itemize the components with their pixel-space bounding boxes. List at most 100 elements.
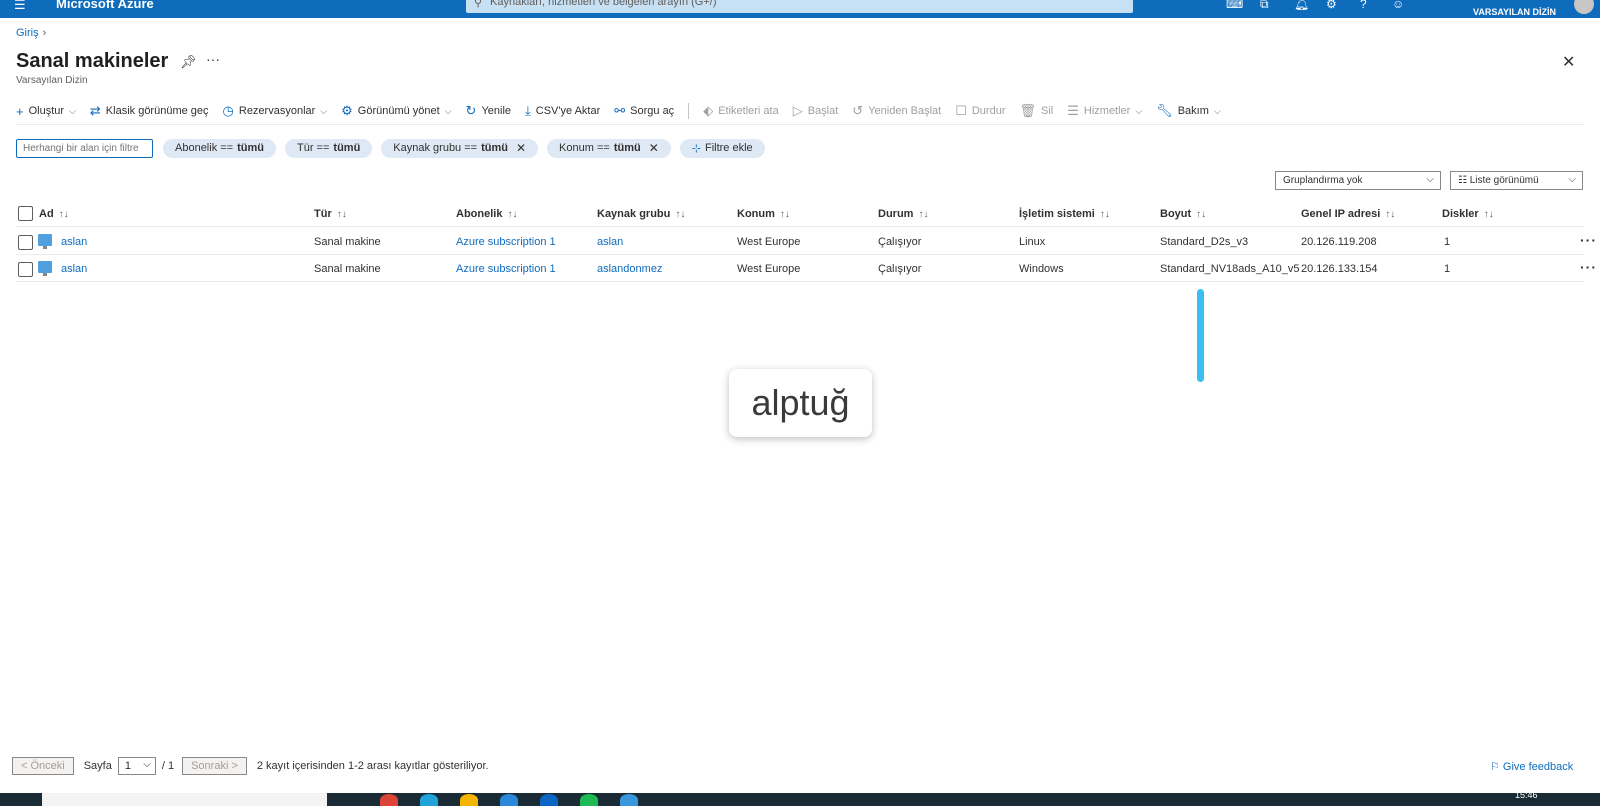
chevron-down-icon: ⌵ <box>444 105 452 116</box>
subscription-filter-pill[interactable]: Abonelik == tümü <box>163 138 276 158</box>
add-filter-button[interactable]: ⊹ Filtre ekle <box>679 138 765 158</box>
services-button[interactable]: ☰ Hizmetler ⌵ <box>1067 103 1142 119</box>
column-header-label: Ad <box>39 208 54 220</box>
grouping-value: Gruplandırma yok <box>1283 175 1363 186</box>
windows-taskbar: 15:46 <box>0 790 1600 806</box>
cell-type: Sanal makine <box>314 236 381 248</box>
subscription-link[interactable]: Azure subscription 1 <box>456 263 556 275</box>
delete-button[interactable]: 🗑︎ Sil <box>1019 103 1053 119</box>
vm-name-link[interactable]: aslan <box>61 263 87 275</box>
assign-tags-button[interactable]: ⬖ Etiketleri ata <box>703 103 779 119</box>
cell-public-ip: 20.126.133.154 <box>1301 263 1378 275</box>
toolbar-divider-line <box>16 124 1584 125</box>
row-checkbox[interactable] <box>18 235 33 250</box>
edge-taskbar-icon[interactable] <box>420 794 438 806</box>
location-filter-pill[interactable]: Konum == tümü ✕ <box>547 138 671 158</box>
column-header-label: İşletim sistemi <box>1019 208 1095 220</box>
feedback-icon[interactable]: ☺ <box>1392 0 1404 11</box>
resource-group-link[interactable]: aslandonmez <box>597 263 662 275</box>
active-app-taskbar-icon[interactable] <box>620 794 638 806</box>
grouping-dropdown[interactable]: Gruplandırma yok ⌵ <box>1275 171 1441 190</box>
breadcrumb-home-link[interactable]: Giriş <box>16 27 39 39</box>
more-options-icon[interactable]: ··· <box>206 51 220 67</box>
remove-filter-icon[interactable]: ✕ <box>516 141 526 155</box>
column-header-size[interactable]: Boyut ↑↓ <box>1160 208 1206 220</box>
store-taskbar-icon[interactable] <box>500 794 518 806</box>
column-header-subscription[interactable]: Abonelik ↑↓ <box>456 208 517 220</box>
create-label: Oluştur <box>28 105 65 117</box>
assign-tags-label: Etiketleri ata <box>718 105 779 117</box>
cell-location: West Europe <box>737 263 801 275</box>
global-search-input[interactable]: ⚲ Kaynakları, hizmetleri ve belgeleri ar… <box>466 0 1133 13</box>
resource-group-filter-pill[interactable]: Kaynak grubu == tümü ✕ <box>381 138 539 158</box>
chrome-taskbar-icon[interactable] <box>380 794 398 806</box>
pin-icon[interactable]: 📌︎ <box>180 54 197 70</box>
start-button[interactable]: ▷ Başlat <box>793 103 839 119</box>
row-more-icon[interactable]: ··· <box>1580 259 1597 275</box>
settings-gear-icon[interactable]: ⚙ <box>1326 0 1337 11</box>
previous-page-button[interactable]: < Önceki <box>12 757 74 775</box>
spotify-taskbar-icon[interactable] <box>580 794 598 806</box>
column-header-public-ip[interactable]: Genel IP adresi ↑↓ <box>1301 208 1395 220</box>
create-button[interactable]: + Oluştur ⌵ <box>16 104 76 119</box>
column-header-resource-group[interactable]: Kaynak grubu ↑↓ <box>597 208 685 220</box>
avatar[interactable] <box>1574 0 1594 14</box>
next-page-button[interactable]: Sonraki > <box>182 757 247 775</box>
column-header-label: Genel IP adresi <box>1301 208 1381 220</box>
sort-icon: ↑↓ <box>779 209 790 220</box>
column-header-disks[interactable]: Diskler ↑↓ <box>1442 208 1494 220</box>
cloud-shell-icon[interactable]: ⌨ <box>1226 0 1243 11</box>
type-filter-label: Tür == <box>297 142 330 154</box>
taskbar-clock[interactable]: 15:46 <box>1515 790 1538 800</box>
subscription-link[interactable]: Azure subscription 1 <box>456 236 556 248</box>
page-select[interactable]: 1 ⌵ <box>117 757 156 775</box>
cell-status: Çalışıyor <box>878 263 922 275</box>
manage-view-button[interactable]: ⚙ Görünümü yönet ⌵ <box>341 103 451 119</box>
filter-input[interactable] <box>16 138 153 158</box>
brand-title[interactable]: Microsoft Azure <box>56 0 154 11</box>
feedback-icon: ⚐ <box>1490 761 1503 773</box>
resource-group-link[interactable]: aslan <box>597 236 623 248</box>
restart-button[interactable]: ↺ Yeniden Başlat <box>852 103 941 119</box>
column-header-os[interactable]: İşletim sistemi ↑↓ <box>1019 208 1110 220</box>
select-all-checkbox[interactable] <box>18 206 33 221</box>
type-filter-pill[interactable]: Tür == tümü <box>285 138 373 158</box>
table-row[interactable]: aslan Sanal makine Azure subscription 1 … <box>16 229 1596 255</box>
export-csv-button[interactable]: ⤓ CSV'ye Aktar <box>525 103 600 119</box>
scroll-indicator <box>1197 289 1204 382</box>
row-more-icon[interactable]: ··· <box>1580 232 1597 248</box>
hamburger-menu-icon[interactable]: ☰ <box>14 0 26 11</box>
taskbar-search[interactable] <box>42 793 327 806</box>
vm-name-link[interactable]: aslan <box>61 236 87 248</box>
classic-view-button[interactable]: ⇄ Klasik görünüme geç <box>90 103 209 119</box>
column-header-name[interactable]: Ad ↑↓ <box>39 208 69 220</box>
search-icon: ⚲ <box>474 0 483 9</box>
remove-filter-icon[interactable]: ✕ <box>649 141 659 155</box>
row-checkbox[interactable] <box>18 262 33 277</box>
directory-filter-icon[interactable]: ⧉ <box>1260 0 1269 12</box>
explorer-taskbar-icon[interactable] <box>460 794 478 806</box>
column-header-type[interactable]: Tür ↑↓ <box>314 208 347 220</box>
notifications-icon[interactable]: 🔔︎ <box>1294 0 1309 11</box>
list-view-dropdown[interactable]: ☷ Liste görünümü ⌵ <box>1450 171 1583 190</box>
column-header-status[interactable]: Durum ↑↓ <box>878 208 928 220</box>
app-taskbar-icon[interactable] <box>540 794 558 806</box>
account-info[interactable]: VARSAYILAN DİZİN <box>1473 0 1556 18</box>
list-view-value: Liste görünümü <box>1469 175 1539 186</box>
stop-button[interactable]: ☐ Durdur <box>955 103 1005 119</box>
reservations-button[interactable]: ◷ Rezervasyonlar ⌵ <box>223 103 328 119</box>
close-icon[interactable]: ✕ <box>1562 52 1575 72</box>
download-icon: ⤓ <box>525 103 531 118</box>
page-title: Sanal makineler <box>16 50 169 72</box>
help-icon[interactable]: ? <box>1360 0 1367 11</box>
maintenance-button[interactable]: 🔧︎ Bakım ⌵ <box>1156 103 1221 119</box>
column-header-label: Durum <box>878 208 914 220</box>
clock-icon: ◷ <box>222 103 234 118</box>
open-query-button[interactable]: ⚯ Sorgu aç <box>614 103 674 119</box>
give-feedback-link[interactable]: ⚐ Give feedback <box>1490 760 1573 773</box>
refresh-button[interactable]: ↻ Yenile <box>466 103 511 119</box>
column-header-location[interactable]: Konum ↑↓ <box>737 208 790 220</box>
stop-label: Durdur <box>971 105 1006 117</box>
table-row[interactable]: aslan Sanal makine Azure subscription 1 … <box>16 256 1596 282</box>
start-label: Başlat <box>807 105 839 117</box>
